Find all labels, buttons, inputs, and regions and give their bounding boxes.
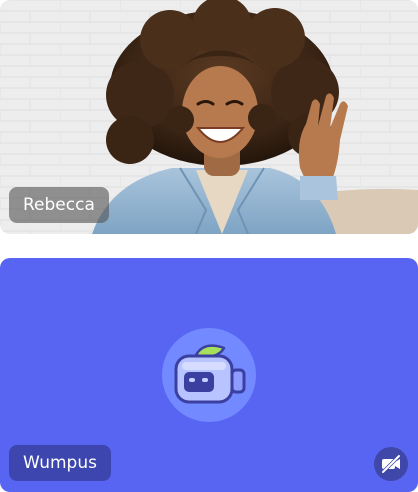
camera-off-indicator[interactable] xyxy=(374,447,408,481)
participant-tile-wumpus[interactable]: Wumpus xyxy=(0,258,418,492)
participant-name-label: Rebecca xyxy=(9,187,109,223)
participant-tile-rebecca[interactable]: Rebecca xyxy=(0,0,418,234)
wumpus-robot-avatar xyxy=(162,328,256,422)
robot-avatar-icon xyxy=(174,344,246,404)
camera-off-icon xyxy=(381,454,401,474)
participant-name-label: Wumpus xyxy=(9,445,111,481)
